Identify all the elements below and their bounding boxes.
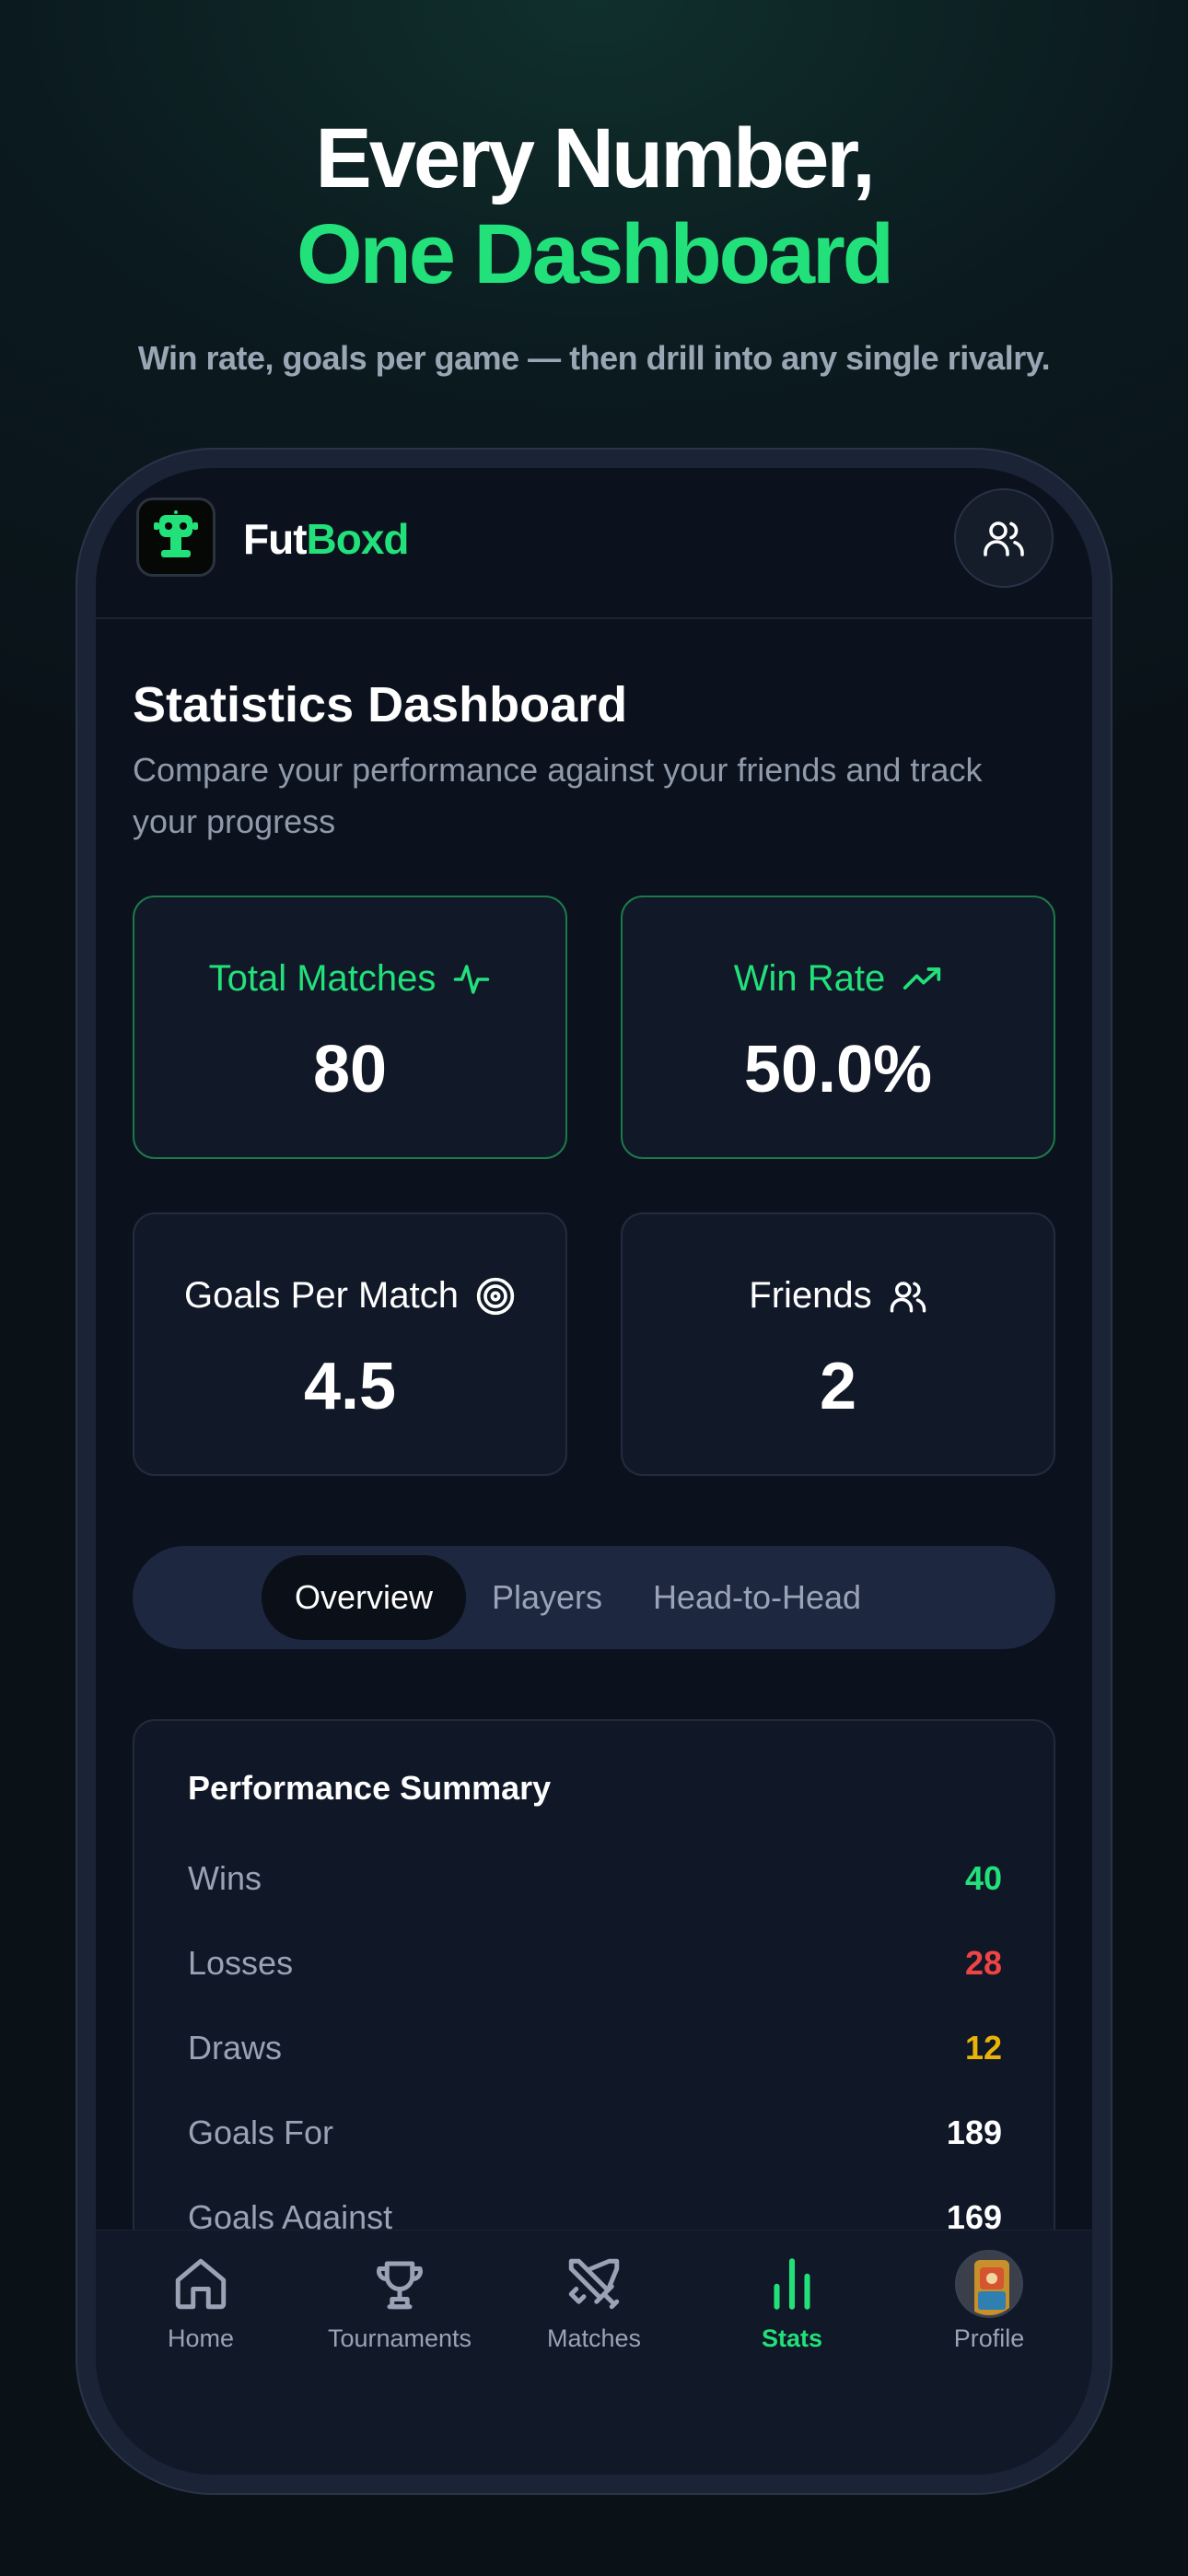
swords-icon [568, 2258, 620, 2310]
nav-label: Matches [546, 2324, 642, 2352]
nav-item-matches[interactable]: Matches [495, 2249, 693, 2353]
stat-value: 2 [819, 1350, 857, 1423]
users-icon [984, 521, 1024, 556]
summary-row-wins: Wins 40 [188, 1859, 1002, 1897]
page-subtitle: Compare your performance against your fr… [133, 751, 983, 840]
stat-card-win-rate: Win Rate 50.0% [621, 896, 1055, 1159]
phone-screen: FutBoxd Statistics Dashboard Compare you… [96, 468, 1092, 2475]
nav-label: Home [167, 2324, 235, 2352]
hero-tagline: Win rate, goals per game — then drill in… [137, 339, 1051, 377]
avatar [955, 2250, 1023, 2318]
stat-label: Win Rate [623, 958, 1054, 1000]
stat-card-total-matches: Total Matches 80 [133, 896, 567, 1159]
stats-tabs: Overview Players Head-to-Head [133, 1546, 1055, 1649]
bottom-nav: Home Tournaments Matches Stats Profile [96, 2230, 1092, 2475]
summary-title: Performance Summary [188, 1769, 552, 1807]
trending-up-icon [903, 966, 941, 989]
users-icon [890, 1281, 926, 1312]
summary-row-losses: Losses 28 [188, 1944, 1002, 1982]
nav-item-profile[interactable]: Profile [890, 2249, 1089, 2353]
stat-value: 4.5 [303, 1350, 397, 1423]
summary-row-draws: Draws 12 [188, 2029, 1002, 2067]
nav-item-home[interactable]: Home [101, 2249, 300, 2353]
hero: Every Number, One Dashboard Win rate, go… [0, 111, 1188, 378]
hero-line-2: One Dashboard [296, 207, 894, 301]
nav-label: Tournaments [327, 2324, 472, 2352]
hero-headline: Every Number, One Dashboard [0, 111, 1188, 302]
hero-line-1: Every Number, [315, 111, 875, 205]
stat-label: Friends [623, 1275, 1054, 1317]
page-title: Statistics Dashboard [133, 677, 628, 732]
avatar-image [958, 2253, 1020, 2315]
stat-label: Goals Per Match [134, 1275, 565, 1317]
app-header: FutBoxd [96, 468, 1092, 619]
robot-icon [154, 510, 198, 557]
app-logo-icon[interactable] [136, 498, 215, 577]
nav-label: Stats [761, 2324, 823, 2352]
stat-value: 80 [312, 1033, 388, 1107]
app-name: FutBoxd [243, 515, 410, 563]
nav-item-tournaments[interactable]: Tournaments [300, 2249, 499, 2353]
stat-value: 50.0% [743, 1033, 933, 1107]
stat-card-friends: Friends 2 [621, 1212, 1055, 1476]
target-icon [476, 1277, 515, 1315]
stat-label: Total Matches [134, 958, 565, 1000]
stat-card-goals-per-match: Goals Per Match 4.5 [133, 1212, 567, 1476]
tab-players[interactable]: Players [481, 1555, 613, 1640]
summary-row-goals-for: Goals For 189 [188, 2113, 1002, 2151]
tab-overview[interactable]: Overview [262, 1555, 466, 1640]
tab-head-to-head[interactable]: Head-to-Head [630, 1555, 884, 1640]
friends-button[interactable] [954, 488, 1054, 588]
nav-item-stats[interactable]: Stats [693, 2249, 891, 2353]
bar-chart-icon [774, 2258, 810, 2310]
home-icon [175, 2258, 227, 2310]
trophy-icon [377, 2261, 423, 2310]
activity-icon [454, 964, 490, 994]
nav-label: Profile [953, 2324, 1025, 2352]
